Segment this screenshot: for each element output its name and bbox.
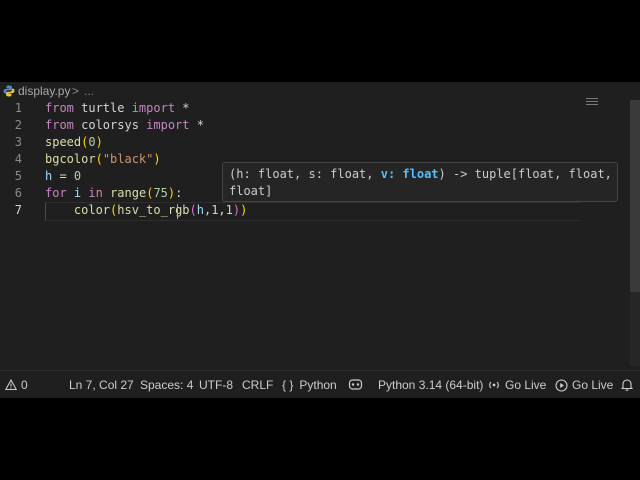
code-token: "black" [102, 152, 154, 166]
indent-guide [45, 203, 46, 220]
broadcast-icon [489, 381, 499, 389]
code-token: turtle [73, 101, 132, 115]
code-line[interactable]: 2 from colorsys import * [0, 117, 600, 134]
copilot-icon [348, 379, 363, 390]
go-live-button-2[interactable]: Go Live [555, 378, 613, 392]
go-live-label: Go Live [505, 378, 547, 392]
copilot-status[interactable] [348, 378, 367, 391]
play-circle-icon [555, 378, 568, 392]
breadcrumb-file[interactable]: display.py [18, 84, 70, 98]
language-label: Python [299, 378, 337, 392]
code-text: speed(0) [45, 134, 103, 151]
problems-indicator[interactable]: 0 [5, 378, 28, 392]
code-token: import [146, 118, 190, 132]
code-token: 0 [88, 135, 96, 149]
interpreter-label: Python 3.14 (64-bit) [378, 378, 484, 392]
code-text: for i in range(75): [45, 185, 182, 202]
status-bar: 0 Ln 7, Col 27 Spaces: 4 UTF-8 CRLF { } … [0, 370, 640, 398]
code-token: * [175, 101, 190, 115]
current-line-highlight [44, 202, 581, 221]
python-file-icon [3, 85, 15, 97]
breadcrumb-symbols[interactable]: ... [84, 84, 94, 98]
code-text: h = 0 [45, 168, 81, 185]
code-token: range [110, 186, 147, 200]
code-token: colorsys [73, 118, 147, 132]
code-line[interactable]: 1 from turtle import * [0, 100, 600, 117]
code-token: from [45, 101, 74, 115]
code-token: in [88, 186, 103, 200]
code-token: 75 [153, 186, 168, 200]
code-token: = [52, 169, 74, 183]
line-number: 3 [14, 135, 22, 149]
indentation-label: Spaces: 4 [140, 378, 194, 392]
code-token: ) [95, 135, 103, 149]
go-live-label: Go Live [572, 378, 614, 392]
encoding-setting[interactable]: UTF-8 [199, 378, 233, 392]
problems-count: 0 [21, 378, 28, 392]
code-token: : [175, 186, 183, 200]
line-number: 5 [14, 169, 22, 183]
go-live-button-1[interactable]: Go Live [487, 378, 546, 392]
code-token: from [45, 118, 74, 132]
line-number: 2 [14, 118, 22, 132]
code-token: speed [45, 135, 82, 149]
language-mode[interactable]: { } Python [282, 378, 337, 392]
line-number: 7 [14, 203, 22, 217]
code-token: * [189, 118, 204, 132]
code-token: ) [153, 152, 161, 166]
python-interpreter[interactable]: Python 3.14 (64-bit) [378, 378, 483, 392]
signature-help-tooltip: (h: float, s: float, v: float) -> tuple[… [222, 162, 618, 202]
code-text: from turtle import * [45, 100, 190, 117]
notifications-button[interactable] [621, 378, 637, 391]
cursor-position-label: Ln 7, Col 27 [69, 378, 134, 392]
warning-icon [5, 379, 17, 391]
signature-part: ) -> tuple[float, float, [438, 167, 612, 181]
code-token: for [45, 186, 67, 200]
encoding-label: UTF-8 [199, 378, 233, 392]
eol-setting[interactable]: CRLF [242, 378, 273, 392]
breadcrumb-separator: > [72, 84, 80, 98]
code-line[interactable]: 3 speed(0) [0, 134, 600, 151]
cursor-position[interactable]: Ln 7, Col 27 [69, 378, 134, 392]
code-text: from colorsys import * [45, 117, 204, 134]
line-number: 1 [14, 101, 22, 115]
code-text: bgcolor("black") [45, 151, 161, 168]
signature-part: (h: float, s: float, [229, 167, 381, 181]
braces-icon: { } [282, 378, 294, 392]
bell-icon [621, 379, 633, 391]
line-number: 6 [14, 186, 22, 200]
text-cursor [177, 204, 178, 219]
code-token: import [131, 101, 176, 115]
editor-window: display.py > ... 1 from turtle import * 2 f… [0, 82, 640, 398]
code-token: bgcolor [45, 152, 96, 166]
code-token: ( [95, 152, 103, 166]
eol-label: CRLF [242, 378, 274, 392]
indentation-setting[interactable]: Spaces: 4 [140, 378, 193, 392]
breadcrumb: display.py > ... [0, 82, 640, 105]
scrollbar-thumb[interactable] [630, 100, 640, 292]
code-token: 0 [73, 169, 82, 183]
line-number: 4 [14, 152, 22, 166]
active-parameter: v: float [380, 167, 439, 181]
signature-part: float] [229, 184, 273, 198]
